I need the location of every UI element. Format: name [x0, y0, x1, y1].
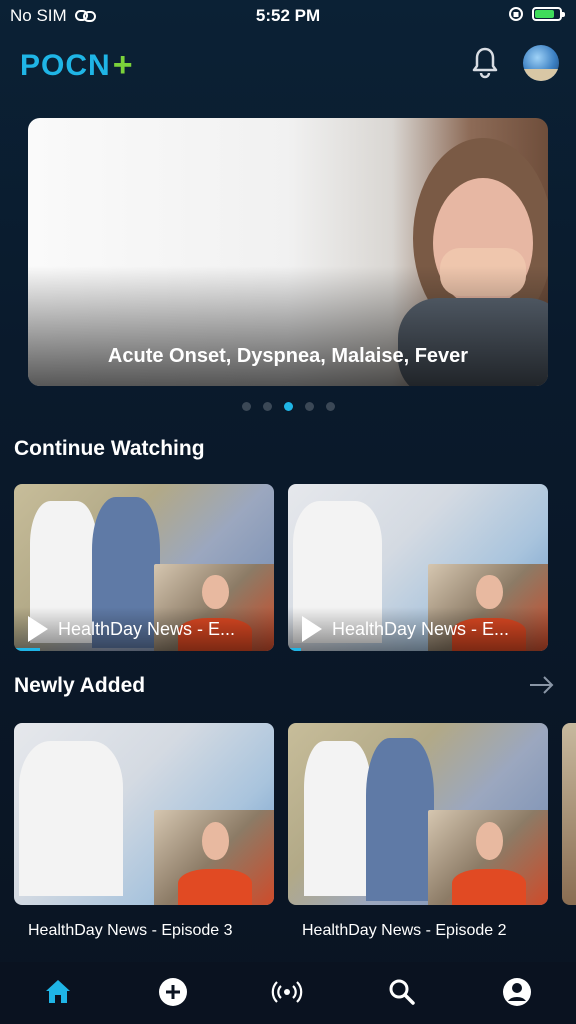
clock: 5:52 PM	[255, 6, 321, 25]
continue-card-overlay: HealthDay News - E...	[14, 607, 274, 651]
thumb-face	[202, 574, 229, 610]
newly-added-card-1[interactable]	[14, 723, 274, 905]
thumb-body	[452, 869, 527, 905]
status-bar: No SIM 5:52 PM	[0, 0, 576, 32]
play-icon[interactable]	[302, 616, 322, 642]
hero-title: Acute Onset, Dyspnea, Malaise, Fever	[107, 345, 469, 367]
watch-progress	[14, 648, 40, 651]
carousel-dot[interactable]	[241, 402, 251, 411]
continue-card-label: HealthDay News - E...	[58, 618, 236, 639]
thumb-face	[476, 821, 503, 860]
logo-plus: +	[112, 46, 134, 84]
avatar[interactable]	[523, 45, 559, 81]
newly-added-label-2[interactable]: HealthDay News - Episode 2	[302, 922, 507, 940]
profile-icon[interactable]	[501, 976, 533, 1008]
continue-watching-title: Continue Watching	[14, 437, 205, 460]
carousel-dots	[0, 402, 576, 411]
newly-added-card-2[interactable]	[288, 723, 548, 905]
thumb-body	[178, 869, 253, 905]
battery-fill	[535, 10, 554, 18]
play-icon[interactable]	[28, 616, 48, 642]
carousel-dot[interactable]	[325, 402, 335, 411]
orientation-lock-icon	[509, 7, 523, 21]
live-icon[interactable]	[271, 976, 303, 1008]
battery-icon	[532, 7, 565, 21]
search-icon[interactable]	[386, 976, 418, 1008]
thumb-figure	[303, 741, 372, 896]
app-logo: POCN +	[20, 46, 134, 85]
thumb-figure	[19, 741, 124, 896]
continue-card-2[interactable]: HealthDay News - E...	[288, 484, 548, 651]
logo-text: POCN	[20, 48, 111, 82]
hero-shade	[28, 266, 548, 386]
status-right	[508, 6, 565, 22]
add-icon[interactable]	[157, 976, 189, 1008]
video-thumbnail	[288, 723, 548, 905]
bell-icon[interactable]	[470, 46, 500, 80]
carousel-dot[interactable]	[262, 402, 272, 411]
thumb-inset	[154, 810, 274, 905]
home-icon[interactable]	[42, 976, 74, 1008]
newly-added-label-1[interactable]: HealthDay News - Episode 3	[28, 922, 233, 940]
watch-progress	[288, 648, 301, 651]
continue-card-1[interactable]: HealthDay News - E...	[14, 484, 274, 651]
carousel-dot[interactable]	[283, 402, 293, 411]
arrow-right-icon[interactable]	[528, 674, 556, 696]
newly-added-card-3-peek[interactable]	[562, 723, 576, 905]
video-thumbnail	[14, 723, 274, 905]
app-screen: No SIM 5:52 PM POCN + Acute Onset, Dyspne…	[0, 0, 576, 1024]
continue-card-label: HealthDay News - E...	[332, 618, 510, 639]
thumb-face	[202, 821, 229, 860]
tab-bar	[0, 962, 576, 1024]
thumb-inset	[428, 810, 548, 905]
continue-card-overlay: HealthDay News - E...	[288, 607, 548, 651]
carousel-dot[interactable]	[304, 402, 314, 411]
thumb-figure	[366, 737, 434, 902]
newly-added-title: Newly Added	[14, 674, 146, 697]
hero-banner[interactable]: Acute Onset, Dyspnea, Malaise, Fever	[28, 118, 548, 386]
thumb-face	[476, 574, 503, 610]
